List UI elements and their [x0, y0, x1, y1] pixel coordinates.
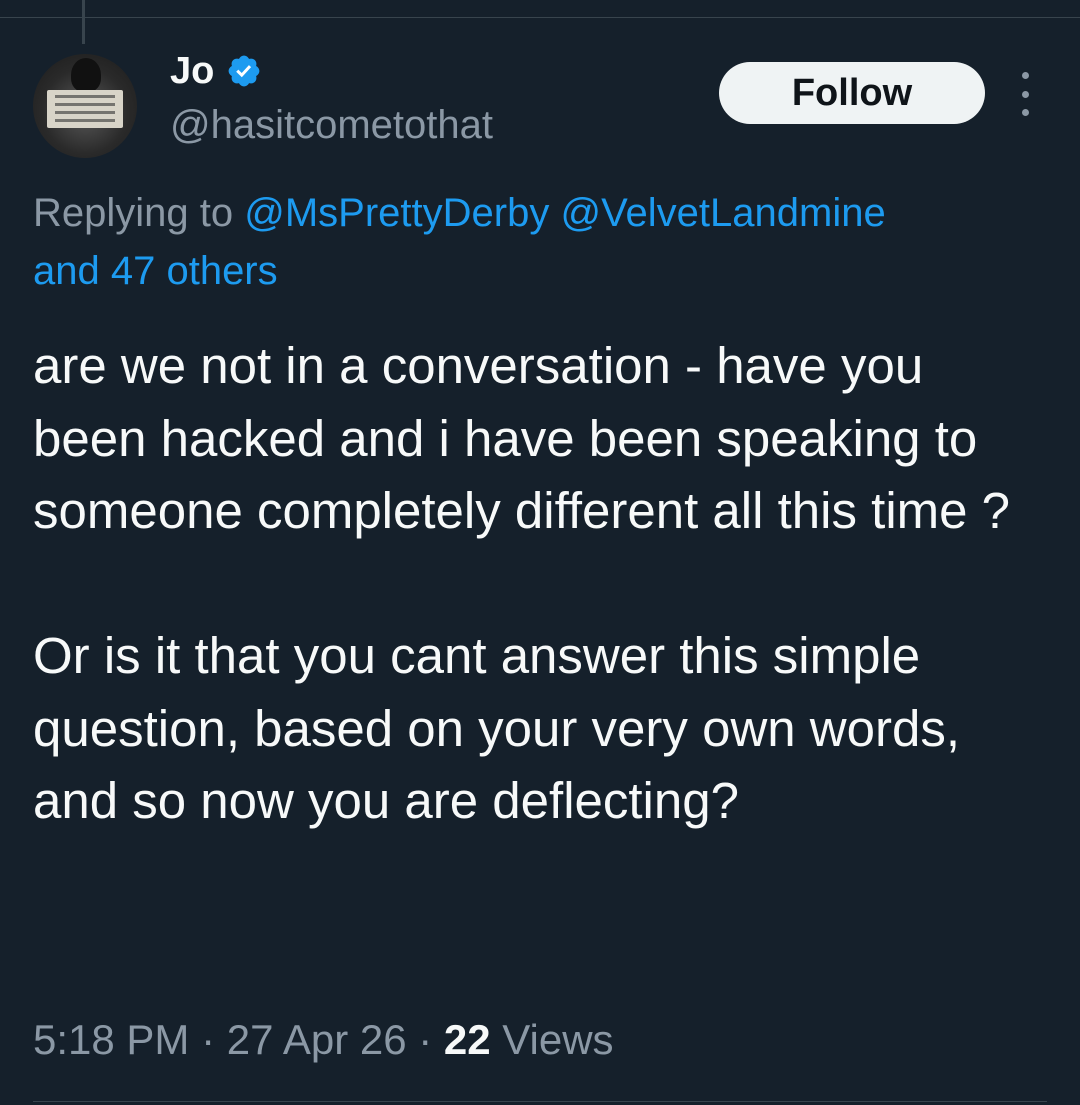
meta-separator: · [406, 1016, 444, 1063]
others-link[interactable]: and 47 others [33, 249, 278, 293]
thread-connector-line [82, 0, 85, 44]
verified-badge-icon [228, 55, 260, 87]
author-name-row: Jo [170, 46, 262, 96]
views-label: Views [490, 1016, 614, 1063]
avatar-sign [47, 90, 123, 128]
mention-link[interactable]: @MsPrettyDerby [244, 191, 549, 235]
follow-button[interactable]: Follow [719, 62, 985, 124]
tweet-time[interactable]: 5:18 PM [33, 1016, 189, 1063]
tweet-paragraph: Or is it that you cant answer this simpl… [33, 627, 961, 829]
more-vertical-icon[interactable] [1014, 72, 1036, 116]
mention-link[interactable]: @VelvetLandmine [560, 191, 885, 235]
tweet-text: are we not in a conversation - have you … [33, 330, 1033, 838]
tweet-date[interactable]: 27 Apr 26 [227, 1016, 407, 1063]
replying-to: Replying to @MsPrettyDerby @VelvetLandmi… [33, 184, 1073, 300]
tweet-meta: 5:18 PM · 27 Apr 26 · 22 Views [33, 1010, 614, 1070]
avatar-figure [71, 58, 101, 92]
bottom-divider [33, 1101, 1047, 1102]
replying-to-prefix: Replying to [33, 191, 245, 235]
tweet-paragraph: are we not in a conversation - have you … [33, 337, 1011, 539]
top-divider [0, 17, 1080, 18]
author-handle[interactable]: @hasitcometothat [170, 100, 493, 150]
views-count: 22 [443, 1016, 491, 1063]
author-display-name[interactable]: Jo [170, 50, 214, 93]
avatar[interactable] [33, 54, 137, 158]
meta-separator: · [189, 1016, 227, 1063]
